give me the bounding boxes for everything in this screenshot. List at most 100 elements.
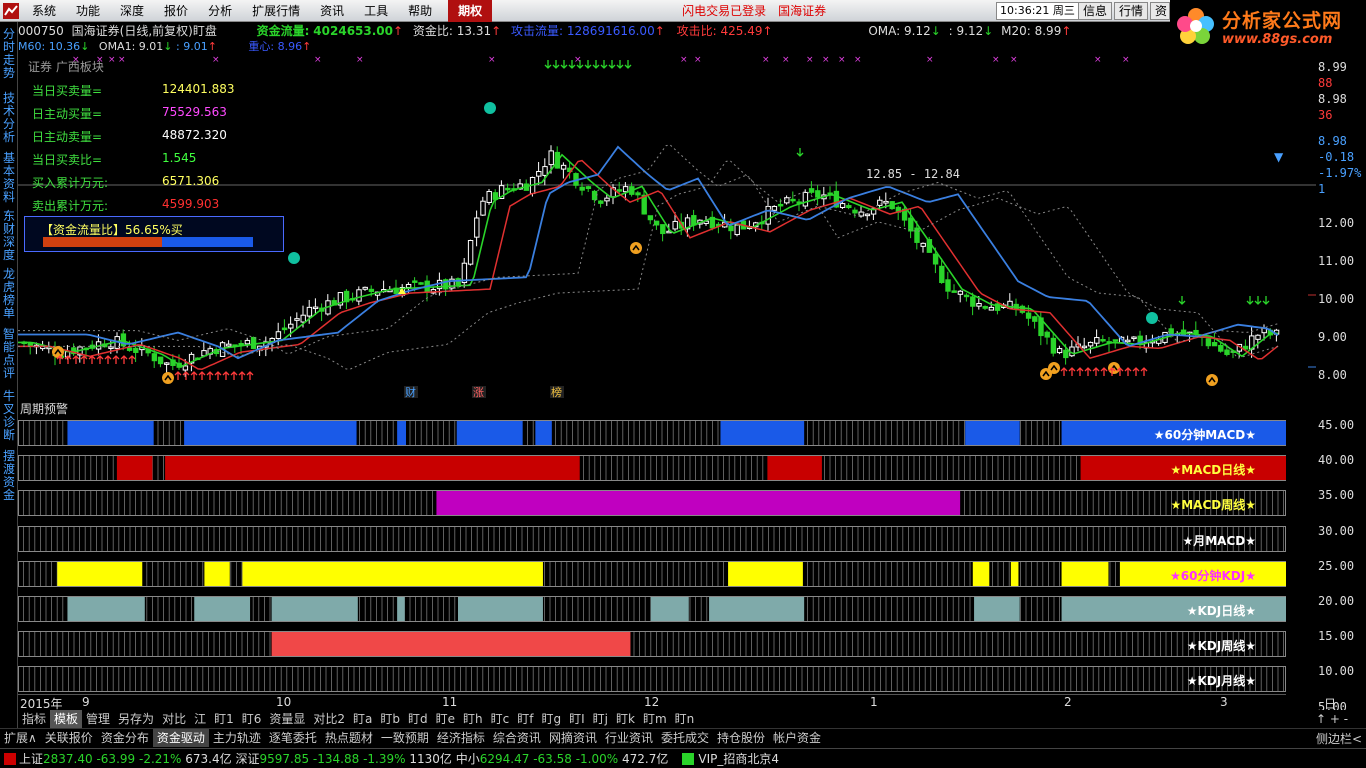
candle-body: [1050, 337, 1057, 354]
top-marker: ×: [822, 55, 830, 65]
function-tab[interactable]: 热点题材: [321, 729, 377, 747]
function-tab[interactable]: 持仓股份: [713, 729, 769, 747]
side-tab-technical[interactable]: 技术分析: [1, 92, 17, 144]
menu-help[interactable]: 帮助: [398, 0, 442, 22]
function-tab[interactable]: 关联报价: [41, 729, 97, 747]
side-tab-fundamental[interactable]: 基本资料: [1, 152, 17, 204]
overlay-row: 日主动买量= 75529.563: [32, 105, 227, 122]
function-tab[interactable]: 网摘资讯: [545, 729, 601, 747]
indicator-tab[interactable]: 另存为: [114, 710, 158, 728]
side-tab-dragon-tiger[interactable]: 龙虎榜单: [1, 268, 17, 320]
indicator-tab[interactable]: 盯c: [487, 710, 514, 728]
cycle-row-grid: [17, 631, 1286, 658]
indicator-tab[interactable]: 资量显: [265, 710, 309, 728]
side-tab-depth[interactable]: 东财深度: [1, 210, 17, 262]
indicator-tab[interactable]: 管理: [82, 710, 114, 728]
cycle-signal-band: [67, 421, 154, 445]
function-tab[interactable]: 帐户资金: [769, 729, 825, 747]
menu-function[interactable]: 功能: [66, 0, 110, 22]
price-axis-label: 36: [1318, 108, 1333, 122]
down-arrow-icon: [592, 60, 600, 69]
news-button[interactable]: 资: [1150, 2, 1170, 20]
cycle-signal-band: [194, 597, 251, 621]
cycle-signal-band: [242, 561, 543, 586]
indicator-tab[interactable]: 对比2: [309, 710, 349, 728]
up-arrow-icon: ↑: [491, 24, 502, 38]
indicator-tab[interactable]: 江: [190, 710, 210, 728]
indicator-tab[interactable]: 盯1: [210, 710, 238, 728]
indicator-tab[interactable]: 盯g: [537, 710, 565, 728]
menu-system[interactable]: 系统: [22, 0, 66, 22]
candle-body: [467, 239, 474, 265]
candle-body: [635, 192, 641, 196]
down-arrow-icon: [600, 60, 608, 69]
indicator-tab[interactable]: 盯e: [432, 710, 459, 728]
menu-extended-market[interactable]: 扩展行情: [242, 0, 310, 22]
function-tab[interactable]: 委托成交: [657, 729, 713, 747]
candle-body: [579, 186, 585, 191]
function-tab[interactable]: 逐笔委托: [265, 729, 321, 747]
indicator-tab[interactable]: 盯m: [639, 710, 671, 728]
function-tab[interactable]: 资金分布: [97, 729, 153, 747]
sz-index-name[interactable]: 深证: [235, 750, 259, 767]
zoom-controls[interactable]: ↑ + -: [1316, 712, 1348, 726]
indicator-tab[interactable]: 盯I: [565, 710, 589, 728]
cycle-panel-title: 周期预警: [20, 402, 69, 416]
menu-tools[interactable]: 工具: [354, 0, 398, 22]
top-marker: ×: [1122, 55, 1130, 65]
info-button[interactable]: 信息: [1078, 2, 1113, 20]
fund-flow-value: 4024653.00: [313, 24, 394, 38]
menu-analysis[interactable]: 分析: [198, 0, 242, 22]
sell-signal-icon: [288, 252, 300, 264]
fund-ratio-box: 【资金流量比】56.65%买: [24, 216, 284, 252]
down-arrow-icon: [616, 60, 624, 69]
overlay-row: 买入累计万元: 6571.306: [32, 174, 219, 191]
candle-body: [405, 283, 412, 289]
function-tab[interactable]: 一致预期: [377, 729, 433, 747]
cycle-signal-band: [184, 421, 357, 445]
cycle-signal-band: [728, 561, 803, 586]
indicator-tab[interactable]: 盯d: [404, 710, 432, 728]
side-tab-intraday[interactable]: 分时走势: [1, 28, 17, 80]
login-status[interactable]: 闪电交易已登录: [682, 2, 766, 19]
up-arrow-icon: [56, 355, 64, 364]
server-name[interactable]: VIP_招商北京4: [698, 750, 779, 767]
indicator-tab[interactable]: 盯k: [612, 710, 639, 728]
cycle-signal-band: [397, 421, 407, 445]
function-tab[interactable]: 扩展∧: [0, 729, 41, 747]
indicator-tab[interactable]: 对比: [158, 710, 190, 728]
indicator-tab[interactable]: 模板: [50, 710, 83, 728]
function-tab[interactable]: 行业资讯: [601, 729, 657, 747]
top-marker: ×: [356, 55, 364, 65]
indicator-tab[interactable]: 盯j: [589, 710, 612, 728]
brand-url[interactable]: www.88gs.com: [1222, 32, 1332, 47]
function-tab[interactable]: 经济指标: [433, 729, 489, 747]
down-arrow-icon: [796, 148, 804, 157]
menu-quote[interactable]: 报价: [154, 0, 198, 22]
indicator-tab[interactable]: 盯f: [513, 710, 537, 728]
function-tab[interactable]: 主力轨迹: [209, 729, 265, 747]
sidebar-toggle[interactable]: 侧边栏<: [1316, 730, 1362, 747]
candle-body: [281, 327, 288, 331]
sme-index-name[interactable]: 中小: [456, 750, 480, 767]
up-arrow-icon: [120, 355, 128, 364]
indicator-tab[interactable]: 盯h: [459, 710, 487, 728]
indicator-tab[interactable]: 盯n: [671, 710, 699, 728]
indicator-tab[interactable]: 盯a: [349, 710, 376, 728]
function-tab[interactable]: 资金驱动: [152, 728, 209, 747]
side-tab-smart-comment[interactable]: 智能点评: [1, 328, 17, 380]
function-tab[interactable]: 综合资讯: [489, 729, 545, 747]
side-tab-diagnosis[interactable]: 牛叉诊断: [1, 390, 17, 442]
indicator-tab[interactable]: 盯b: [376, 710, 404, 728]
indicator-tab[interactable]: 指标: [18, 710, 50, 728]
menu-options[interactable]: 期权: [448, 0, 493, 22]
side-tab-funds[interactable]: 摆渡资金: [1, 450, 17, 502]
sh-index-name[interactable]: 上证: [19, 750, 43, 767]
price-axis-label: 12.00: [1318, 216, 1355, 230]
market-button[interactable]: 行情: [1114, 2, 1149, 20]
price-axis-label: 8.00: [1318, 368, 1347, 382]
menu-depth[interactable]: 深度: [110, 0, 154, 22]
price-axis-label: 8.99: [1318, 60, 1347, 74]
indicator-tab[interactable]: 盯6: [238, 710, 266, 728]
menu-news[interactable]: 资讯: [310, 0, 354, 22]
